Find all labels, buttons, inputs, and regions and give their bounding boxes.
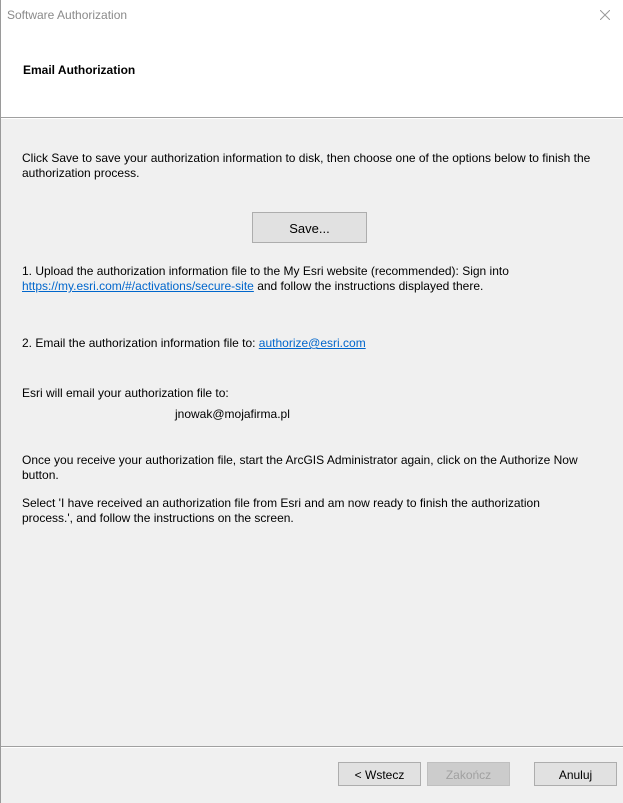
page-title: Email Authorization bbox=[23, 63, 136, 77]
esri-email-label: Esri will email your authorization file … bbox=[22, 386, 229, 400]
cancel-button[interactable]: Anuluj bbox=[534, 762, 617, 786]
option-2-prefix: 2. Email the authorization information f… bbox=[22, 336, 259, 350]
select-instructions: Select 'I have received an authorization… bbox=[22, 496, 540, 525]
option-1-prefix: 1. Upload the authorization information … bbox=[22, 264, 509, 278]
close-icon bbox=[600, 10, 610, 20]
back-button[interactable]: < Wstecz bbox=[338, 762, 421, 786]
save-button[interactable]: Save... bbox=[252, 212, 367, 243]
close-button[interactable] bbox=[587, 0, 623, 30]
wizard-body: Click Save to save your authorization in… bbox=[1, 119, 623, 746]
finish-button: Zakończ bbox=[427, 762, 510, 786]
option-2-text: 2. Email the authorization information f… bbox=[22, 336, 592, 351]
authorize-email-link[interactable]: authorize@esri.com bbox=[259, 336, 366, 350]
option-1-text: 1. Upload the authorization information … bbox=[22, 264, 592, 294]
wizard-footer: < Wstecz Zakończ Anuluj bbox=[1, 748, 623, 803]
title-bar: Software Authorization bbox=[1, 0, 623, 30]
window-title: Software Authorization bbox=[7, 8, 128, 22]
once-instructions: Once you receive your authorization file… bbox=[22, 453, 578, 482]
user-email-value: jnowak@mojafirma.pl bbox=[175, 407, 290, 421]
software-authorization-window: Software Authorization Email Authorizati… bbox=[0, 0, 623, 803]
option-1-suffix: and follow the instructions displayed th… bbox=[253, 279, 484, 293]
wizard-header: Email Authorization bbox=[1, 30, 623, 118]
my-esri-link[interactable]: https://my.esri.com/#/activations/secure… bbox=[22, 279, 254, 293]
intro-text: Click Save to save your authorization in… bbox=[22, 151, 591, 180]
